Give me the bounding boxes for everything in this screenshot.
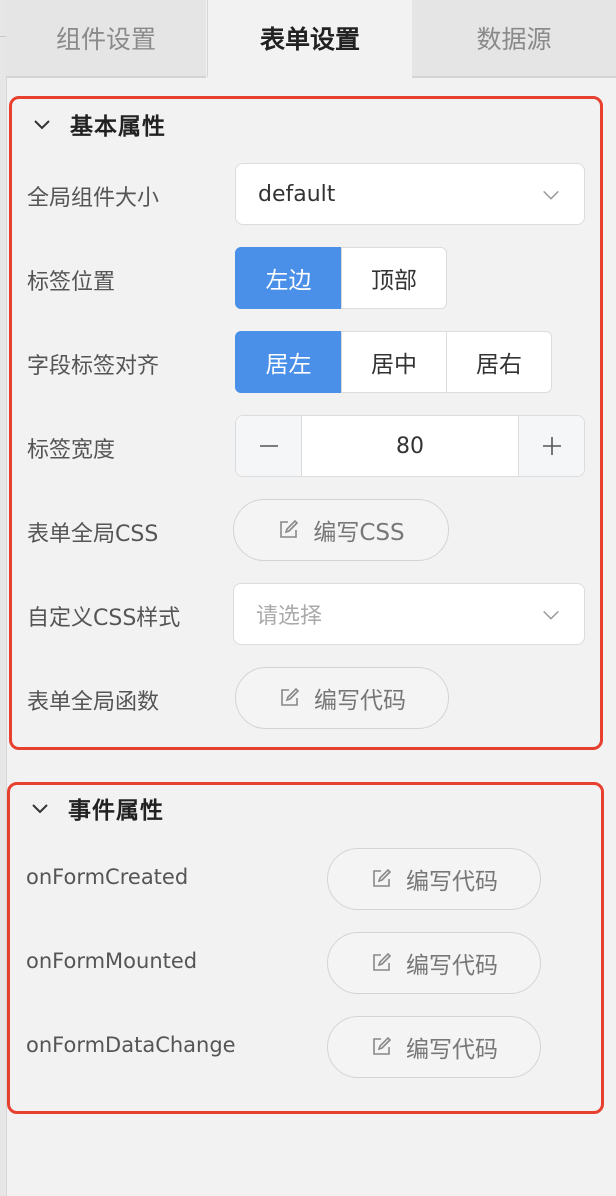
edit-icon [280,519,299,538]
button-label: 编写代码 [406,953,498,979]
settings-tabs: 组件设置 表单设置 数据源 [6,0,616,78]
edit-css-button[interactable]: 编写CSS [233,499,449,561]
global-function-label: 表单全局函数 [27,690,160,715]
select-value: default [258,181,336,207]
custom-css-select[interactable]: 请选择 [233,583,585,645]
tab-data-source[interactable]: 数据源 [412,0,616,78]
global-css-label: 表单全局CSS [27,522,159,547]
label-position-radio: 左边 顶部 [235,247,447,309]
chevron-down-icon [32,804,48,814]
custom-css-label: 自定义CSS样式 [27,606,181,631]
radio-align-right[interactable]: 居右 [446,331,552,393]
basic-properties-header[interactable]: 基本属性 [30,104,166,144]
label-width-stepper: 80 [235,415,585,477]
button-label: 编写CSS [313,520,405,546]
radio-left[interactable]: 左边 [235,247,342,309]
decrement-button[interactable] [236,416,302,476]
button-label: 编写代码 [406,869,498,895]
component-size-select[interactable]: default [235,163,585,225]
edit-oncreated-button[interactable]: 编写代码 [327,848,541,910]
edit-onmounted-button[interactable]: 编写代码 [327,932,541,994]
event-name: onFormCreated [26,865,189,889]
label-position-label: 标签位置 [27,270,116,295]
tab-component-settings[interactable]: 组件设置 [6,0,206,78]
event-properties-header[interactable]: 事件属性 [28,788,164,828]
radio-top[interactable]: 顶部 [341,247,447,309]
event-name: onFormDataChange [26,1033,236,1057]
chevron-down-icon [543,190,559,200]
edit-function-button[interactable]: 编写代码 [235,667,449,729]
button-label: 编写代码 [314,688,406,714]
label-width-value[interactable]: 80 [302,416,518,476]
radio-align-center[interactable]: 居中 [341,331,447,393]
size-label: 全局组件大小 [27,186,160,211]
label-align-radio: 居左 居中 居右 [235,331,552,393]
radio-align-left[interactable]: 居左 [235,331,342,393]
button-label: 编写代码 [406,1037,498,1063]
section-title: 基本属性 [70,114,166,140]
plus-icon [542,437,561,455]
event-name: onFormMounted [26,949,198,973]
chevron-down-icon [34,120,50,130]
chevron-down-icon [543,610,559,620]
increment-button[interactable] [518,416,584,476]
edit-icon [373,1036,392,1055]
edit-icon [281,687,300,706]
edit-icon [373,868,392,887]
tab-form-settings[interactable]: 表单设置 [207,0,413,78]
label-align-label: 字段标签对齐 [27,354,160,379]
label-width-label: 标签宽度 [27,438,116,463]
left-panel-edge [0,0,7,1196]
minus-icon [259,445,278,447]
select-placeholder: 请选择 [256,604,323,629]
edit-icon [373,952,392,971]
section-title: 事件属性 [68,798,164,824]
edit-ondatachange-button[interactable]: 编写代码 [327,1016,541,1078]
